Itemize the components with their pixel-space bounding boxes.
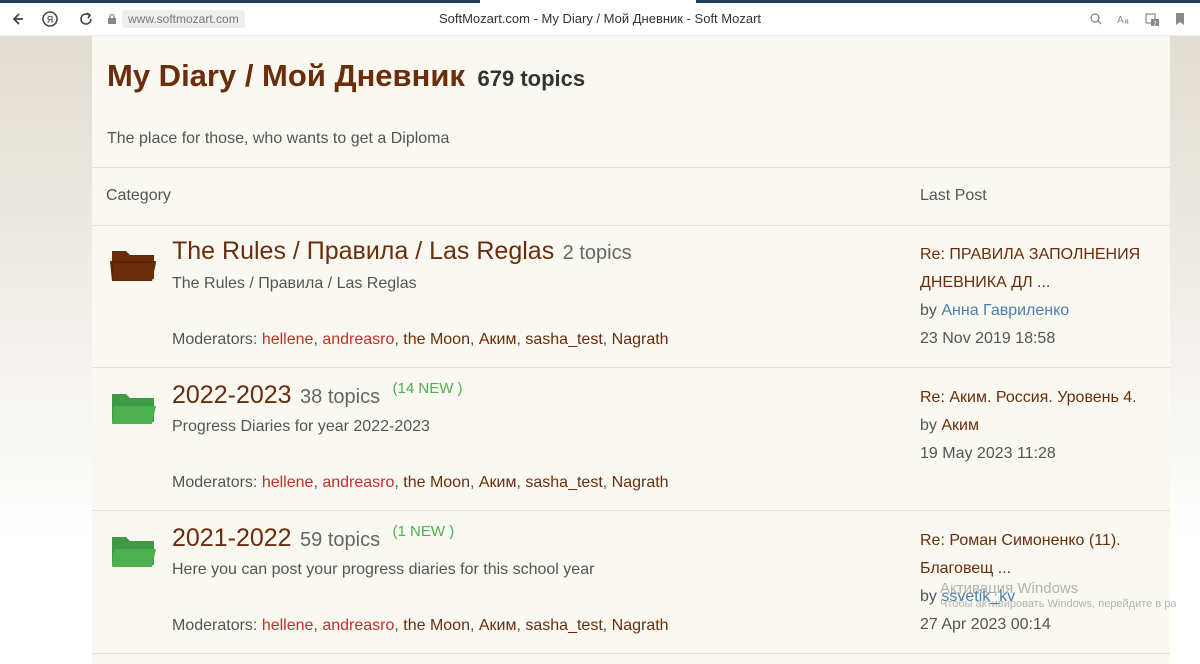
new-badge[interactable]: (1 NEW ) bbox=[393, 523, 455, 540]
moderators-label: Moderators: bbox=[172, 617, 258, 634]
moderator-link[interactable]: andreasro bbox=[322, 331, 394, 348]
category-title-link[interactable]: The Rules / Правила / Las Reglas bbox=[172, 237, 554, 265]
category-topic-count: 2 topics bbox=[562, 242, 632, 264]
last-post-title-link-cont[interactable]: ДНЕВНИКА ДЛ ... bbox=[920, 269, 1160, 297]
last-post-author-link[interactable]: ssvetik_kv bbox=[941, 588, 1015, 605]
last-post-byline: by Анна Гавриленко bbox=[920, 297, 1160, 325]
column-header-category: Category bbox=[106, 187, 171, 204]
by-label: by bbox=[920, 302, 937, 319]
folder-icon bbox=[112, 394, 156, 424]
last-post: Re: Аким. Россия. Уровень 4. by Аким 19 … bbox=[920, 384, 1160, 468]
last-post: Re: ПРАВИЛА ЗАПОЛНЕНИЯ ДНЕВНИКА ДЛ ... b… bbox=[920, 241, 1160, 353]
moderator-link[interactable]: sasha_test bbox=[525, 617, 602, 634]
last-post-date: 27 Apr 2023 00:14 bbox=[920, 616, 1051, 633]
moderator-link[interactable]: sasha_test bbox=[525, 474, 602, 491]
moderator-link[interactable]: the Moon bbox=[403, 331, 470, 348]
last-post-date: 23 Nov 2019 18:58 bbox=[920, 330, 1056, 347]
forum-title: My Diary / Мой Дневник 679 topics bbox=[107, 58, 585, 94]
last-post: Re: Роман Симоненко (11). Благовещ ... b… bbox=[920, 527, 1160, 639]
moderator-link[interactable]: Аким bbox=[479, 331, 517, 348]
forum-description: The place for those, who wants to get a … bbox=[107, 130, 450, 147]
forum-panel: My Diary / Мой Дневник 679 topics The pl… bbox=[92, 36, 1170, 664]
category-moderators: Moderators: hellene, andreasro, the Moon… bbox=[172, 474, 669, 491]
browser-toolbar: Я www.softmozart.com SoftMozart.com - My… bbox=[0, 3, 1200, 36]
moderator-link[interactable]: sasha_test bbox=[525, 331, 602, 348]
svg-text:я: я bbox=[1124, 17, 1129, 26]
by-label: by bbox=[920, 588, 937, 605]
zoom-icon[interactable] bbox=[1088, 11, 1104, 27]
moderator-link[interactable]: hellene bbox=[262, 474, 314, 491]
category-topic-count: 59 topics bbox=[300, 529, 381, 551]
category-title-line: The Rules / Правила / Las Reglas 2 topic… bbox=[172, 237, 632, 266]
category-moderators: Moderators: hellene, andreasro, the Moon… bbox=[172, 331, 669, 348]
last-post-title-link[interactable]: Re: Роман Симоненко (11). bbox=[920, 527, 1160, 555]
moderator-link[interactable]: Аким bbox=[479, 617, 517, 634]
category-moderators: Moderators: hellene, andreasro, the Moon… bbox=[172, 617, 669, 634]
moderator-link[interactable]: Nagrath bbox=[612, 331, 669, 348]
category-row: The Rules / Правила / Las Reglas 2 topic… bbox=[92, 225, 1170, 368]
browser-actions: Aя 2 bbox=[1088, 11, 1188, 27]
last-post-byline: by ssvetik_kv bbox=[920, 583, 1160, 611]
last-post-author-link[interactable]: Анна Гавриленко bbox=[941, 302, 1069, 319]
category-topic-count: 38 topics bbox=[300, 386, 381, 408]
moderator-link[interactable]: Nagrath bbox=[612, 617, 669, 634]
category-title-link[interactable]: 2022-2023 bbox=[172, 381, 292, 409]
category-row: 2021-2022 59 topics (1 NEW ) Here you ca… bbox=[92, 511, 1170, 654]
moderator-link[interactable]: Аким bbox=[479, 474, 517, 491]
right-decoration bbox=[1170, 36, 1200, 664]
moderator-link[interactable]: the Moon bbox=[403, 617, 470, 634]
by-label: by bbox=[920, 417, 937, 434]
last-post-date: 19 May 2023 11:28 bbox=[920, 445, 1056, 462]
moderator-link[interactable]: hellene bbox=[262, 331, 314, 348]
svg-text:A: A bbox=[1117, 15, 1124, 26]
moderator-link[interactable]: andreasro bbox=[322, 617, 394, 634]
tabs-counter-icon[interactable]: 2 bbox=[1144, 11, 1160, 27]
folder-icon bbox=[112, 537, 156, 567]
category-title-link[interactable]: 2021-2022 bbox=[172, 524, 292, 552]
category-description: Progress Diaries for year 2022-2023 bbox=[172, 418, 430, 435]
moderator-link[interactable]: andreasro bbox=[322, 474, 394, 491]
left-decoration bbox=[0, 36, 92, 664]
divider bbox=[92, 167, 1170, 168]
category-row: 2022-2023 38 topics (14 NEW ) Progress D… bbox=[92, 368, 1170, 511]
last-post-title-link[interactable]: Re: ПРАВИЛА ЗАПОЛНЕНИЯ bbox=[920, 241, 1160, 269]
svg-text:2: 2 bbox=[1153, 21, 1157, 28]
browser-page-title: SoftMozart.com - My Diary / Мой Дневник … bbox=[438, 11, 762, 26]
column-header-last-post: Last Post bbox=[920, 187, 987, 204]
forum-header: My Diary / Мой Дневник 679 topics The pl… bbox=[92, 36, 1170, 168]
moderators-label: Moderators: bbox=[172, 331, 258, 348]
last-post-byline: by Аким bbox=[920, 412, 1160, 440]
category-title-line: 2022-2023 38 topics (14 NEW ) bbox=[172, 380, 463, 410]
moderator-link[interactable]: hellene bbox=[262, 617, 314, 634]
last-post-author-link[interactable]: Аким bbox=[941, 417, 979, 434]
category-description: Here you can post your progress diaries … bbox=[172, 561, 595, 578]
moderator-link[interactable]: the Moon bbox=[403, 474, 470, 491]
bookmark-icon[interactable] bbox=[1172, 11, 1188, 27]
category-description: The Rules / Правила / Las Reglas bbox=[172, 275, 417, 292]
divider bbox=[92, 653, 1170, 654]
category-title-line: 2021-2022 59 topics (1 NEW ) bbox=[172, 523, 454, 553]
moderator-link[interactable]: Nagrath bbox=[612, 474, 669, 491]
moderators-label: Moderators: bbox=[172, 474, 258, 491]
last-post-title-link[interactable]: Re: Аким. Россия. Уровень 4. bbox=[920, 384, 1160, 412]
forum-topic-count: 679 topics bbox=[477, 66, 586, 91]
last-post-title-link-cont[interactable]: Благовещ ... bbox=[920, 555, 1160, 583]
folder-icon bbox=[110, 251, 156, 281]
translate-icon[interactable]: Aя bbox=[1116, 11, 1132, 27]
new-badge[interactable]: (14 NEW ) bbox=[393, 380, 463, 397]
forum-title-text: My Diary / Мой Дневник bbox=[107, 58, 465, 93]
